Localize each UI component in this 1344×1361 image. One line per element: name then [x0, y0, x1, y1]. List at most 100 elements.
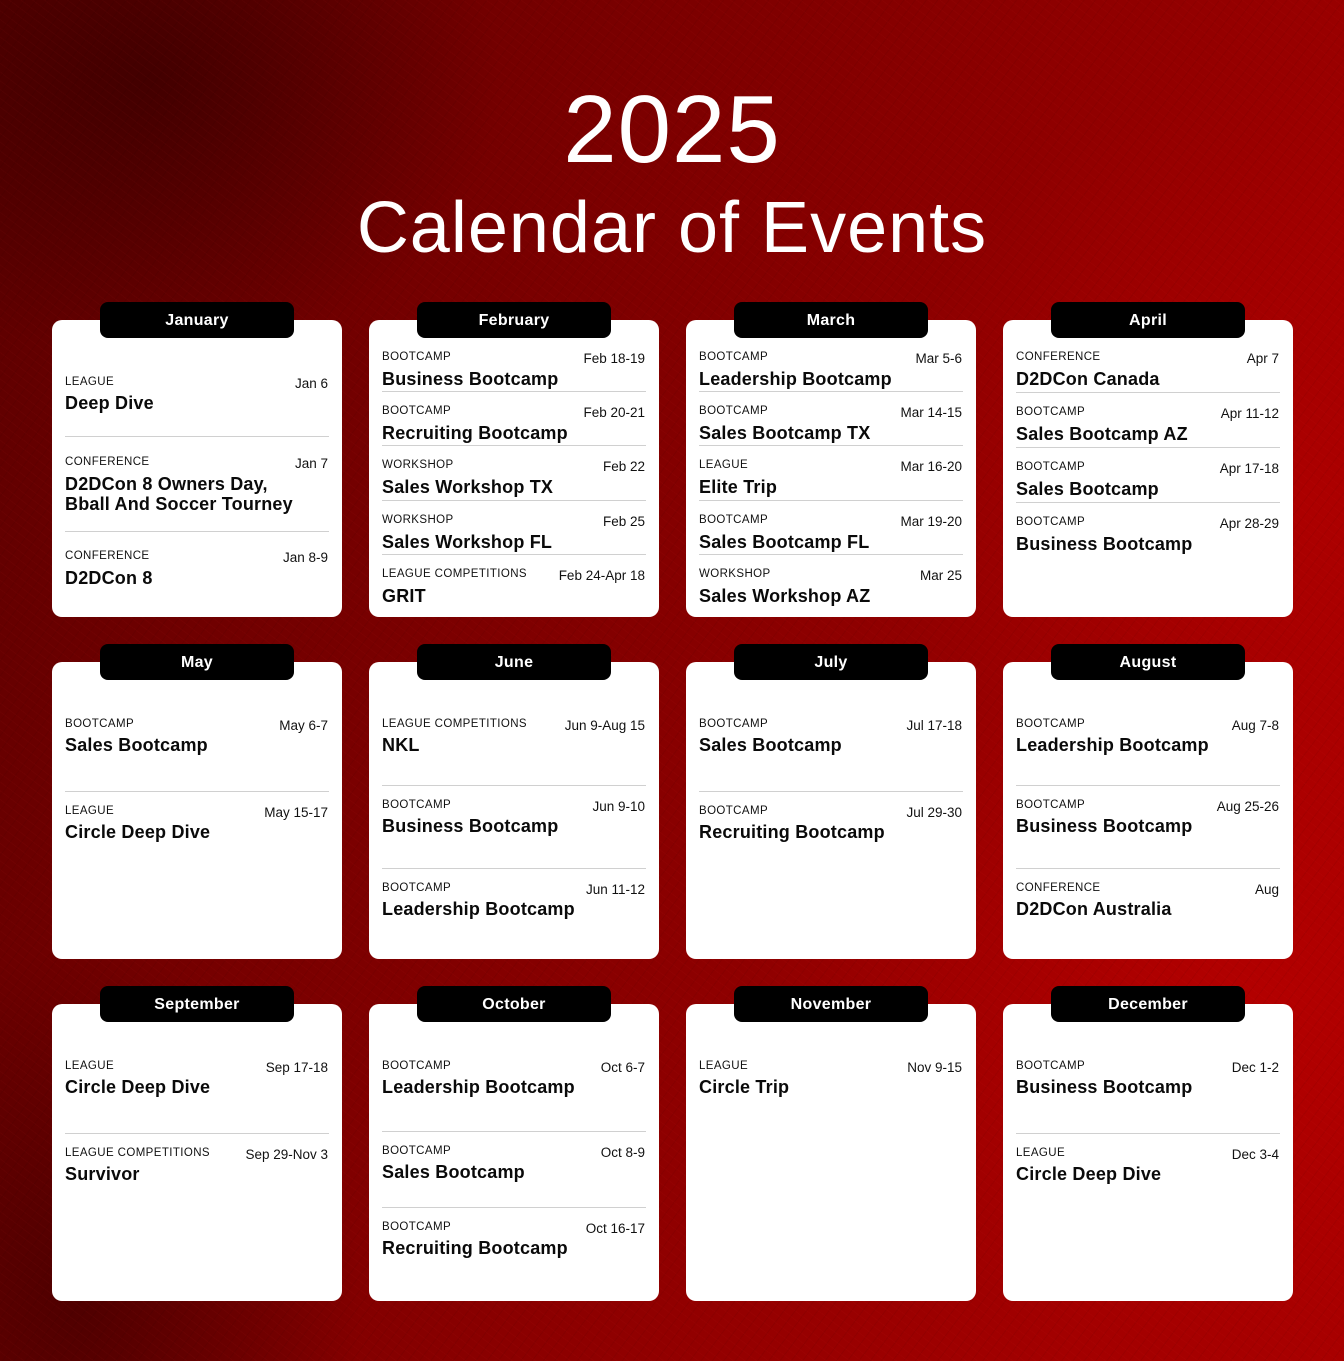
event-title: Deep Dive	[65, 393, 154, 413]
event-category: BOOTCAMP	[382, 1144, 452, 1157]
month-label: October	[417, 986, 611, 1022]
event-card: BOOTCAMP Jul 17-18 Sales Bootcamp BOOTCAMP J…	[686, 662, 976, 959]
month-label: April	[1051, 302, 1245, 338]
event-item: LEAGUE Sep 17-18 Circle Deep Dive	[65, 1022, 329, 1134]
event-list: LEAGUE COMPETITIONS Jun 9-Aug 15 NKL BOOTCA…	[382, 680, 646, 951]
event-title: Leadership Bootcamp	[382, 1077, 575, 1097]
event-category: CONFERENCE	[1016, 351, 1101, 363]
event-category: LEAGUE COMPETITIONS	[382, 718, 527, 730]
event-title: Circle Deep Dive	[65, 1077, 211, 1097]
event-title: Sales Bootcamp FL	[699, 531, 870, 552]
event-item: LEAGUE Nov 9-15 Circle Trip	[699, 1022, 963, 1134]
year-title: 2025	[563, 76, 781, 183]
event-title: Sales Workshop TX	[382, 477, 554, 498]
event-category: LEAGUE	[65, 376, 115, 388]
event-item: BOOTCAMP Oct 6-7 Leadership Bootcamp	[382, 1022, 646, 1132]
event-category: BOOTCAMP	[382, 405, 452, 418]
event-title: Business Bootcamp	[1016, 1077, 1193, 1097]
event-category: WORKSHOP	[699, 567, 771, 580]
event-category: WORKSHOP	[382, 513, 454, 526]
event-card: BOOTCAMP Mar 5-6 Leadership Bootcamp BOOTCA…	[686, 320, 976, 617]
event-category: LEAGUE	[699, 1060, 749, 1072]
event-item: BOOTCAMP Mar 5-6 Leadership Bootcamp	[699, 338, 963, 393]
event-title: Sales Bootcamp TX	[699, 423, 871, 444]
event-category: LEAGUE COMPETITIONS	[382, 567, 527, 580]
event-category: BOOTCAMP	[699, 513, 769, 526]
event-date: Apr 17-18	[1219, 461, 1279, 476]
event-item: CONFERENCE Jan 7 D2DCon 8 Owners Day, Bbal…	[65, 437, 329, 533]
event-date: Feb 22	[602, 459, 645, 475]
event-item: LEAGUE COMPETITIONS Sep 29-Nov 3 Survivor	[65, 1134, 329, 1221]
event-list: BOOTCAMP Mar 5-6 Leadership Bootcamp BOOTCA…	[699, 338, 963, 609]
event-item: BOOTCAMP Feb 18-19 Business Bootcamp	[382, 338, 646, 393]
month-card-july: July BOOTCAMP Jul 17-18 Sales Bootcamp BOOTC…	[686, 644, 976, 959]
event-title: Elite Trip	[699, 477, 778, 498]
event-item: BOOTCAMP Jul 29-30 Recruiting Bootcamp	[699, 792, 963, 879]
event-list: BOOTCAMP Feb 18-19 Business Bootcamp BOOTCA…	[382, 338, 646, 609]
event-date: Dec 3-4	[1231, 1147, 1279, 1162]
month-card-june: June LEAGUE COMPETITIONS Jun 9-Aug 15 NKL BO…	[369, 644, 659, 959]
event-title: Business Bootcamp	[1016, 534, 1193, 554]
event-category: BOOTCAMP	[1016, 718, 1086, 730]
event-title: Survivor	[65, 1164, 140, 1184]
event-date: Mar 19-20	[900, 513, 962, 529]
event-card: BOOTCAMP Oct 6-7 Leadership Bootcamp BOOTCA…	[369, 1004, 659, 1301]
event-category: LEAGUE	[65, 805, 115, 817]
event-category: BOOTCAMP	[699, 405, 769, 418]
event-category: BOOTCAMP	[1016, 516, 1086, 528]
event-item: WORKSHOP Feb 22 Sales Workshop TX	[382, 446, 646, 501]
event-item: BOOTCAMP Feb 20-21 Recruiting Bootcamp	[382, 392, 646, 447]
event-date: Aug 7-8	[1231, 718, 1279, 733]
event-date: Mar 5-6	[915, 351, 962, 366]
event-title: Sales Workshop AZ	[699, 585, 871, 606]
month-label: May	[100, 644, 294, 680]
event-item: BOOTCAMP Jul 17-18 Sales Bootcamp	[699, 680, 963, 792]
event-card: LEAGUE Sep 17-18 Circle Deep Dive LEAGUE CO…	[52, 1004, 342, 1301]
event-title: D2DCon Canada	[1016, 369, 1160, 389]
event-category: CONFERENCE	[65, 456, 150, 469]
event-date: Oct 8-9	[600, 1144, 645, 1160]
event-category: BOOTCAMP	[699, 351, 769, 363]
event-item: WORKSHOP Feb 25 Sales Workshop FL	[382, 501, 646, 555]
event-category: LEAGUE COMPETITIONS	[65, 1147, 210, 1159]
event-card: BOOTCAMP Aug 7-8 Leadership Bootcamp BOOTCA…	[1003, 662, 1293, 959]
event-category: BOOTCAMP	[382, 351, 452, 363]
event-date: Feb 20-21	[583, 405, 645, 421]
event-list: LEAGUE Nov 9-15 Circle Trip	[699, 1022, 963, 1293]
month-card-april: April CONFERENCE Apr 7 D2DCon Canada BOOTCAM…	[1003, 302, 1293, 617]
event-title: Sales Workshop FL	[382, 531, 553, 552]
event-date: Apr 28-29	[1219, 516, 1279, 531]
event-item: BOOTCAMP Aug 25-26 Business Bootcamp	[1016, 786, 1280, 869]
month-card-may: May BOOTCAMP May 6-7 Sales Bootcamp LEAGUE Ma…	[52, 644, 342, 959]
event-title: Sales Bootcamp	[65, 735, 208, 755]
event-card: BOOTCAMP Feb 18-19 Business Bootcamp BOOTCA…	[369, 320, 659, 617]
event-card: BOOTCAMP Dec 1-2 Business Bootcamp LEAGUE De…	[1003, 1004, 1293, 1301]
event-item: CONFERENCE Apr 7 D2DCon Canada	[1016, 338, 1280, 393]
event-item: BOOTCAMP Oct 8-9 Sales Bootcamp	[382, 1132, 646, 1208]
event-title: Sales Bootcamp	[699, 735, 842, 755]
event-card: BOOTCAMP May 6-7 Sales Bootcamp LEAGUE May 1…	[52, 662, 342, 959]
event-list: BOOTCAMP Oct 6-7 Leadership Bootcamp BOOTCA…	[382, 1022, 646, 1293]
month-card-february: February BOOTCAMP Feb 18-19 Business Bootca…	[369, 302, 659, 617]
event-date: Mar 16-20	[900, 459, 962, 475]
event-item: BOOTCAMP Oct 16-17 Recruiting Bootcamp	[382, 1208, 646, 1293]
event-list: CONFERENCE Apr 7 D2DCon Canada BOOTCAMP Apr …	[1016, 338, 1280, 609]
month-card-august: August BOOTCAMP Aug 7-8 Leadership Bootcamp…	[1003, 644, 1293, 959]
event-date: Oct 6-7	[600, 1060, 645, 1075]
event-title: Leadership Bootcamp	[382, 898, 575, 919]
event-category: BOOTCAMP	[699, 805, 769, 817]
event-category: BOOTCAMP	[382, 881, 452, 894]
event-item: LEAGUE COMPETITIONS Jun 9-Aug 15 NKL	[382, 680, 646, 787]
event-date: Jun 11-12	[585, 881, 645, 897]
event-title: GRIT	[382, 585, 426, 606]
event-category: CONFERENCE	[65, 550, 150, 563]
event-category: CONFERENCE	[1016, 881, 1101, 894]
event-date: Mar 14-15	[900, 405, 962, 421]
month-label: December	[1051, 986, 1245, 1022]
event-date: Jul 29-30	[906, 805, 962, 820]
event-item: LEAGUE Mar 16-20 Elite Trip	[699, 446, 963, 501]
event-category: BOOTCAMP	[382, 799, 452, 812]
event-date: Oct 16-17	[585, 1220, 645, 1236]
event-item: CONFERENCE Jan 8-9 D2DCon 8	[65, 532, 329, 609]
event-item: BOOTCAMP Jun 11-12 Leadership Bootcamp	[382, 869, 646, 951]
